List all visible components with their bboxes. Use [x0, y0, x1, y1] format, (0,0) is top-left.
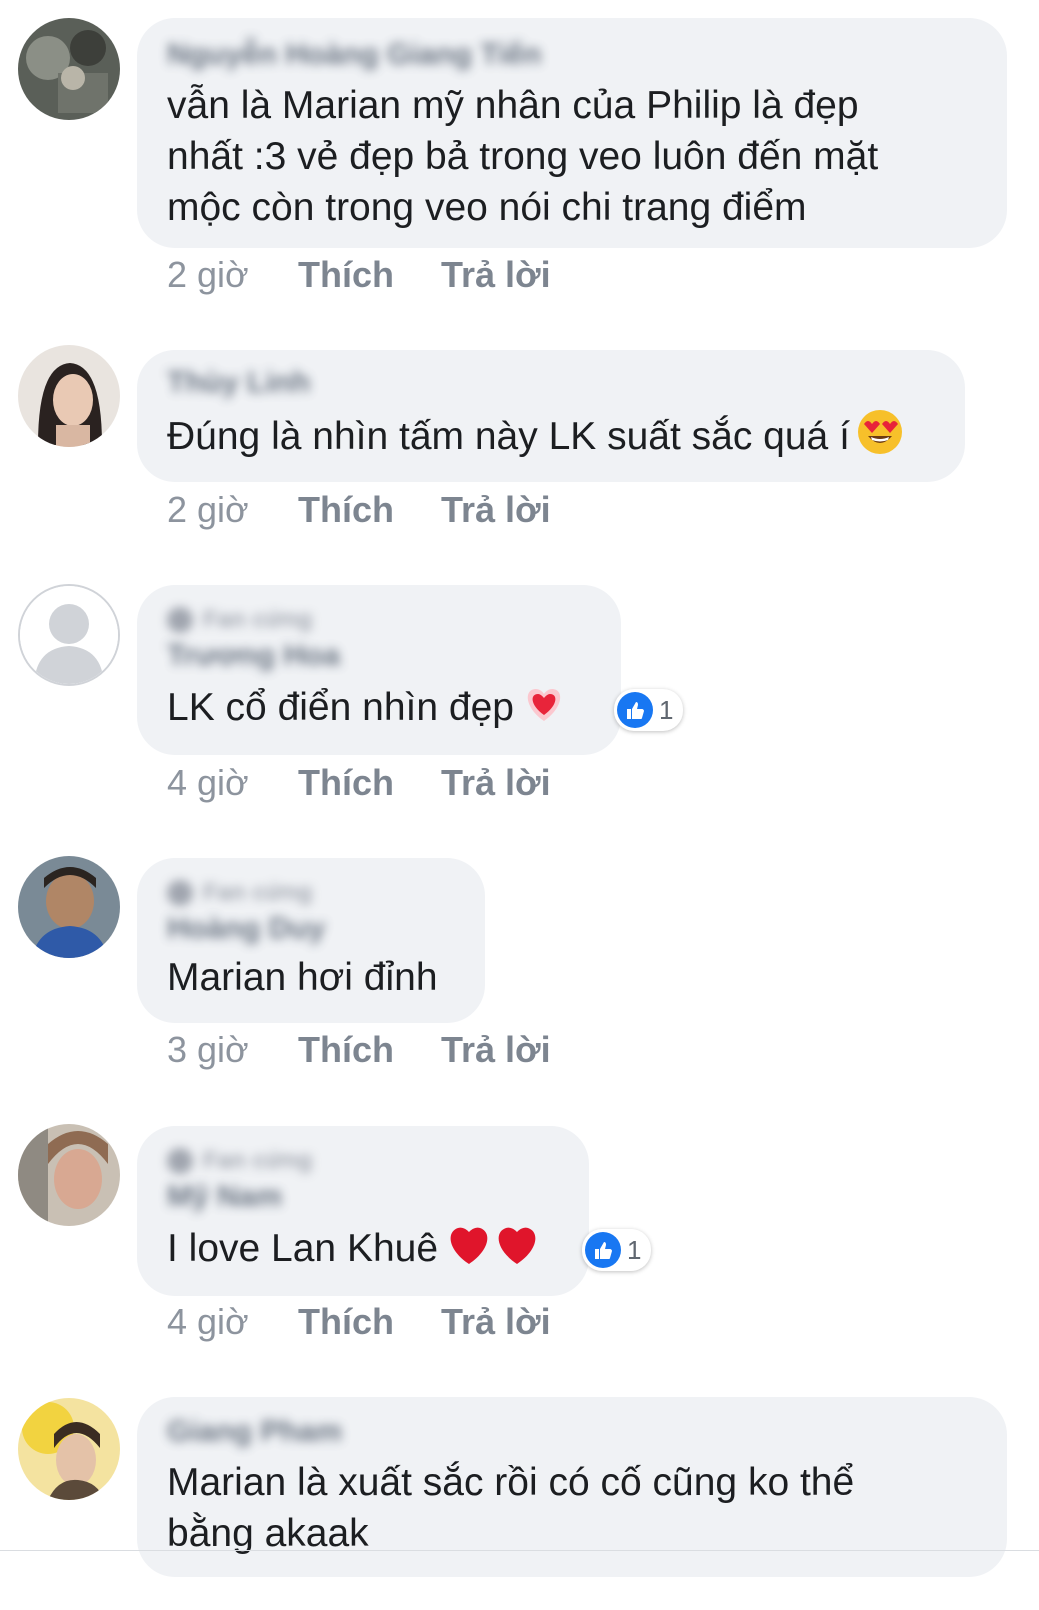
red-heart-emoji — [444, 1220, 494, 1281]
fan-badge-icon — [167, 880, 193, 906]
comment-actions: 4 giờ Thích Trả lời — [167, 761, 551, 805]
comment-text: I love Lan Khuê — [167, 1220, 559, 1281]
like-button[interactable]: Thích — [298, 1301, 441, 1343]
commenter-avatar[interactable] — [18, 1124, 120, 1226]
comment-actions: 4 giờ Thích Trả lời — [167, 1300, 551, 1344]
commenter-name[interactable]: Nguyễn Hoàng Giang Tiến — [167, 38, 541, 72]
commenter-avatar[interactable] — [18, 345, 120, 447]
commenter-name[interactable]: Giang Pham — [167, 1415, 342, 1449]
reaction-count: 1 — [627, 1234, 642, 1265]
comment-text: Đúng là nhìn tấm này LK suất sắc quá í — [167, 408, 935, 469]
sparkling-heart-emoji — [520, 679, 568, 740]
reaction-count: 1 — [659, 694, 674, 725]
comment-text: Marian hơi đỉnh — [167, 956, 438, 999]
fan-badge: Fan cứng — [167, 876, 455, 910]
like-button[interactable]: Thích — [298, 762, 441, 804]
comment-text: vẫn là Marian mỹ nhân của Philip là đẹp … — [167, 84, 879, 229]
comment-timestamp[interactable]: 2 giờ — [167, 254, 298, 296]
comment-timestamp[interactable]: 4 giờ — [167, 1301, 298, 1343]
default-avatar-icon[interactable] — [18, 584, 120, 686]
comment-actions: 3 giờ Thích Trả lời — [167, 1028, 551, 1072]
reaction-badge[interactable]: 1 — [614, 689, 684, 731]
fan-badge: Fan cứng — [167, 1144, 559, 1178]
commenter-name[interactable]: Trương Hoa — [167, 639, 340, 673]
commenter-name[interactable]: Mỹ Nam — [167, 1180, 282, 1214]
comment-timestamp[interactable]: 4 giờ — [167, 762, 298, 804]
commenter-avatar[interactable] — [18, 18, 120, 120]
fan-badge-icon — [167, 607, 193, 633]
like-reaction-icon — [585, 1232, 621, 1268]
commenter-avatar[interactable] — [18, 1398, 120, 1500]
like-reaction-icon — [617, 692, 653, 728]
heart-eyes-emoji — [856, 408, 904, 469]
comment-actions: 2 giờ Thích Trả lời — [167, 253, 551, 297]
comment-bubble: Fan cứng Mỹ Nam I love Lan Khuê — [137, 1126, 589, 1296]
reply-button[interactable]: Trả lời — [441, 489, 551, 531]
reply-button[interactable]: Trả lời — [441, 254, 551, 296]
red-heart-emoji — [492, 1220, 542, 1281]
divider — [0, 1550, 1039, 1551]
comment-bubble: Nguyễn Hoàng Giang Tiến vẫn là Marian mỹ… — [137, 18, 1007, 248]
fan-badge: Fan cứng — [167, 603, 591, 637]
fan-badge-icon — [167, 1148, 193, 1174]
reply-button[interactable]: Trả lời — [441, 1301, 551, 1343]
reply-button[interactable]: Trả lời — [441, 1029, 551, 1071]
comment-bubble: Thùy Linh Đúng là nhìn tấm này LK suất s… — [137, 350, 965, 482]
comment-actions: 2 giờ Thích Trả lời — [167, 488, 551, 532]
comment-timestamp[interactable]: 2 giờ — [167, 489, 298, 531]
like-button[interactable]: Thích — [298, 1029, 441, 1071]
reaction-badge[interactable]: 1 — [582, 1229, 652, 1271]
commenter-avatar[interactable] — [18, 856, 120, 958]
like-button[interactable]: Thích — [298, 254, 441, 296]
comment-bubble: Fan cứng Trương Hoa LK cổ điển nhìn đẹp — [137, 585, 621, 755]
comment-text: LK cổ điển nhìn đẹp — [167, 679, 591, 740]
comment-timestamp[interactable]: 3 giờ — [167, 1029, 298, 1071]
commenter-name[interactable]: Hoàng Duy — [167, 912, 325, 946]
reply-button[interactable]: Trả lời — [441, 762, 551, 804]
comment-bubble: Fan cứng Hoàng Duy Marian hơi đỉnh — [137, 858, 485, 1023]
like-button[interactable]: Thích — [298, 489, 441, 531]
commenter-name[interactable]: Thùy Linh — [167, 366, 310, 400]
comment-text: Marian là xuất sắc rồi có cố cũng ko thể… — [167, 1461, 855, 1555]
